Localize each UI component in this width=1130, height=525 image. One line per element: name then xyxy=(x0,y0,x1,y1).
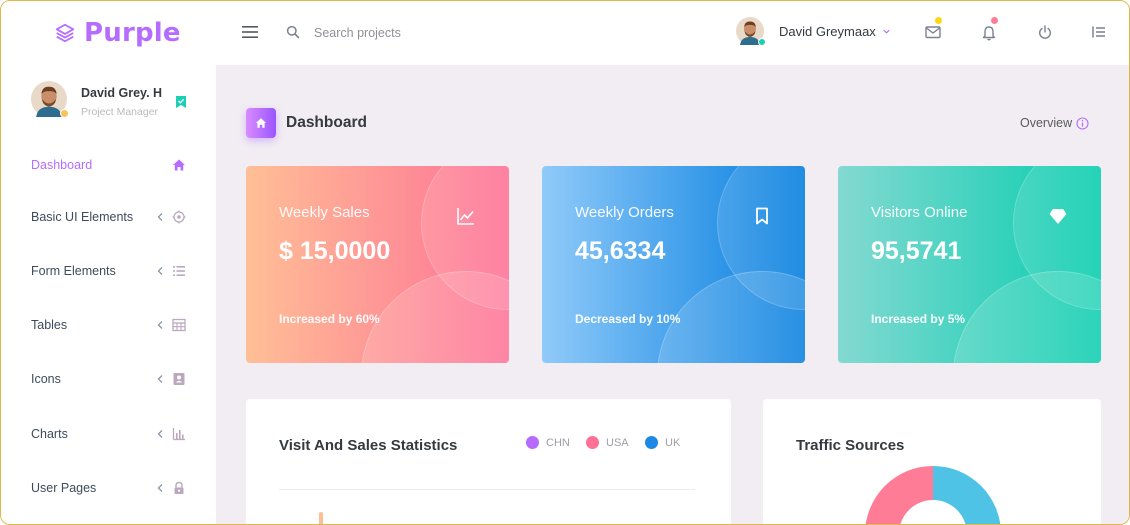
sidebar-item-label: User Pages xyxy=(31,481,97,495)
sidebar-user-name: David Grey. H xyxy=(81,86,163,100)
sidebar-item-label: Icons xyxy=(31,372,61,386)
card-subtext: Decreased by 10% xyxy=(575,312,681,326)
overview-link[interactable]: Overview xyxy=(1020,116,1089,130)
sidebar-profile[interactable]: David Grey. H Project Manager xyxy=(31,81,201,123)
table-icon xyxy=(172,318,186,332)
overview-label: Overview xyxy=(1020,116,1073,130)
app-frame: Purple David Greymaax xyxy=(0,0,1130,525)
traffic-sources-panel: Traffic Sources xyxy=(763,399,1101,524)
card-subtext: Increased by 60% xyxy=(279,312,380,326)
doughnut-chart xyxy=(865,466,1001,524)
online-status-dot xyxy=(758,38,766,46)
nav-user-name: David Greymaax xyxy=(779,23,876,39)
info-icon xyxy=(1076,116,1089,130)
mail-icon[interactable] xyxy=(924,23,942,41)
card-title: Visitors Online xyxy=(871,204,968,221)
sidebar-item-label: Form Elements xyxy=(31,264,116,278)
diamond-icon xyxy=(1049,209,1067,224)
bar-chart-icon xyxy=(172,428,185,441)
legend-item-usa: USA xyxy=(586,436,629,449)
legend-item-chn: CHN xyxy=(526,436,570,449)
decorative-circle xyxy=(953,271,1101,363)
card-value: 45,6334 xyxy=(575,237,666,265)
legend-swatch xyxy=(526,436,539,449)
contacts-icon xyxy=(173,373,185,385)
power-icon[interactable] xyxy=(1036,23,1054,41)
chart-bar xyxy=(319,512,323,524)
sidebar-item-label: Tables xyxy=(31,318,68,332)
menu-icon[interactable] xyxy=(241,24,259,40)
main-content: Dashboard Overview Weekly Sales $ 15,000… xyxy=(216,65,1129,524)
visit-sales-statistics-panel: Visit And Sales Statistics CHN USA UK xyxy=(246,399,731,524)
bell-notification-dot xyxy=(991,17,998,24)
nav-profile-dropdown[interactable]: David Greymaax xyxy=(736,17,891,46)
legend-swatch xyxy=(586,436,599,449)
chevron-down-icon xyxy=(883,29,890,34)
avatar xyxy=(736,17,766,46)
chevron-left-icon xyxy=(157,267,163,275)
legend-swatch xyxy=(645,436,658,449)
sidebar-item-basic-ui-elements[interactable]: Basic UI Elements xyxy=(1,197,216,237)
status-dot xyxy=(60,109,69,118)
chart-line-icon xyxy=(457,208,474,225)
legend-label: UK xyxy=(665,436,681,449)
home-icon xyxy=(246,108,276,138)
brand[interactable]: Purple xyxy=(1,1,216,65)
sidebar-item-form-elements[interactable]: Form Elements xyxy=(1,251,216,291)
list-icon xyxy=(173,266,185,276)
bookmark-check-icon xyxy=(176,96,186,108)
card-value: $ 15,0000 xyxy=(279,237,391,265)
sidebar-item-dashboard[interactable]: Dashboard xyxy=(1,145,216,185)
search-input[interactable] xyxy=(314,21,554,45)
sidebar-item-user-pages[interactable]: User Pages xyxy=(1,468,216,508)
visitors-online-card: Visitors Online 95,5741 Increased by 5% xyxy=(838,166,1101,363)
chart-gridline xyxy=(279,489,695,490)
layers-icon xyxy=(55,23,75,43)
sidebar-item-charts[interactable]: Charts xyxy=(1,414,216,454)
sidebar: David Grey. H Project Manager Dashboard … xyxy=(1,65,216,524)
chevron-left-icon xyxy=(157,321,163,329)
weekly-sales-card: Weekly Sales $ 15,0000 Increased by 60% xyxy=(246,166,509,363)
doughnut-segment-pink xyxy=(865,466,933,524)
sidebar-item-tables[interactable]: Tables xyxy=(1,305,216,345)
sidebar-item-label: Basic UI Elements xyxy=(31,210,134,224)
brand-name: Purple xyxy=(84,18,181,48)
weekly-orders-card: Weekly Orders 45,6334 Decreased by 10% xyxy=(542,166,805,363)
search-icon xyxy=(286,25,300,39)
panel-title: Visit And Sales Statistics xyxy=(279,437,458,454)
card-title: Weekly Sales xyxy=(279,204,370,221)
panel-title: Traffic Sources xyxy=(796,437,905,454)
lock-icon xyxy=(174,481,184,494)
chevron-left-icon xyxy=(157,430,163,438)
legend-label: USA xyxy=(606,436,629,449)
decorative-circle xyxy=(361,271,509,363)
home-icon xyxy=(173,159,185,171)
bell-icon[interactable] xyxy=(980,23,998,41)
avatar xyxy=(31,81,69,118)
page-title: Dashboard xyxy=(286,114,367,131)
card-value: 95,5741 xyxy=(871,237,962,265)
top-navbar: Purple David Greymaax xyxy=(1,1,1129,65)
crosshairs-icon xyxy=(172,210,186,224)
legend-label: CHN xyxy=(546,436,570,449)
chevron-left-icon xyxy=(157,213,163,221)
sidebar-item-label: Dashboard xyxy=(31,158,93,172)
card-subtext: Increased by 5% xyxy=(871,312,966,326)
mail-notification-dot xyxy=(935,17,942,24)
bookmark-icon xyxy=(756,207,768,225)
sidebar-user-role: Project Manager xyxy=(81,106,159,118)
chevron-left-icon xyxy=(157,484,163,492)
legend-item-uk: UK xyxy=(645,436,680,449)
card-title: Weekly Orders xyxy=(575,204,674,221)
list-icon[interactable] xyxy=(1090,23,1108,41)
sidebar-item-label: Charts xyxy=(31,427,68,441)
doughnut-segment-blue xyxy=(933,466,1001,524)
sidebar-item-icons[interactable]: Icons xyxy=(1,359,216,399)
chevron-left-icon xyxy=(157,375,163,383)
